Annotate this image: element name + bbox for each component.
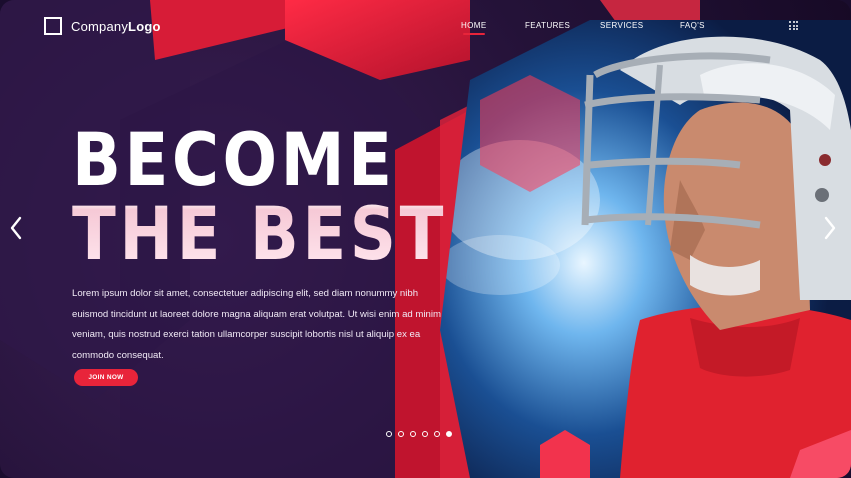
main-nav: HOME FEATURES SERVICES FAQ'S: [0, 21, 851, 35]
next-slide-button[interactable]: [821, 214, 839, 242]
hero-headline: BECOME THE BEST: [72, 124, 447, 272]
pagination-dot[interactable]: [398, 431, 404, 437]
hero-banner: CompanyLogo HOME FEATURES SERVICES FAQ'S…: [0, 0, 851, 478]
headline-line-2: THE BEST: [72, 192, 447, 277]
nav-home[interactable]: HOME: [461, 21, 487, 35]
pagination-dot[interactable]: [386, 431, 392, 437]
prev-slide-button[interactable]: [7, 214, 25, 242]
pagination-dot[interactable]: [410, 431, 416, 437]
pagination-dot[interactable]: [446, 431, 452, 437]
chevron-left-icon: [10, 216, 22, 240]
chevron-right-icon: [824, 216, 836, 240]
nav-services[interactable]: SERVICES: [600, 21, 644, 30]
hero-description: Lorem ipsum dolor sit amet, consectetuer…: [72, 288, 442, 361]
pagination-dot[interactable]: [434, 431, 440, 437]
grid-menu-icon[interactable]: [789, 21, 798, 30]
nav-faqs[interactable]: FAQ'S: [680, 21, 705, 30]
pagination-dot[interactable]: [422, 431, 428, 437]
headline-line-1: BECOME: [72, 118, 396, 203]
slider-pagination: [386, 431, 452, 437]
join-now-button[interactable]: JOIN NOW: [74, 369, 138, 386]
nav-features[interactable]: FEATURES: [525, 21, 570, 30]
